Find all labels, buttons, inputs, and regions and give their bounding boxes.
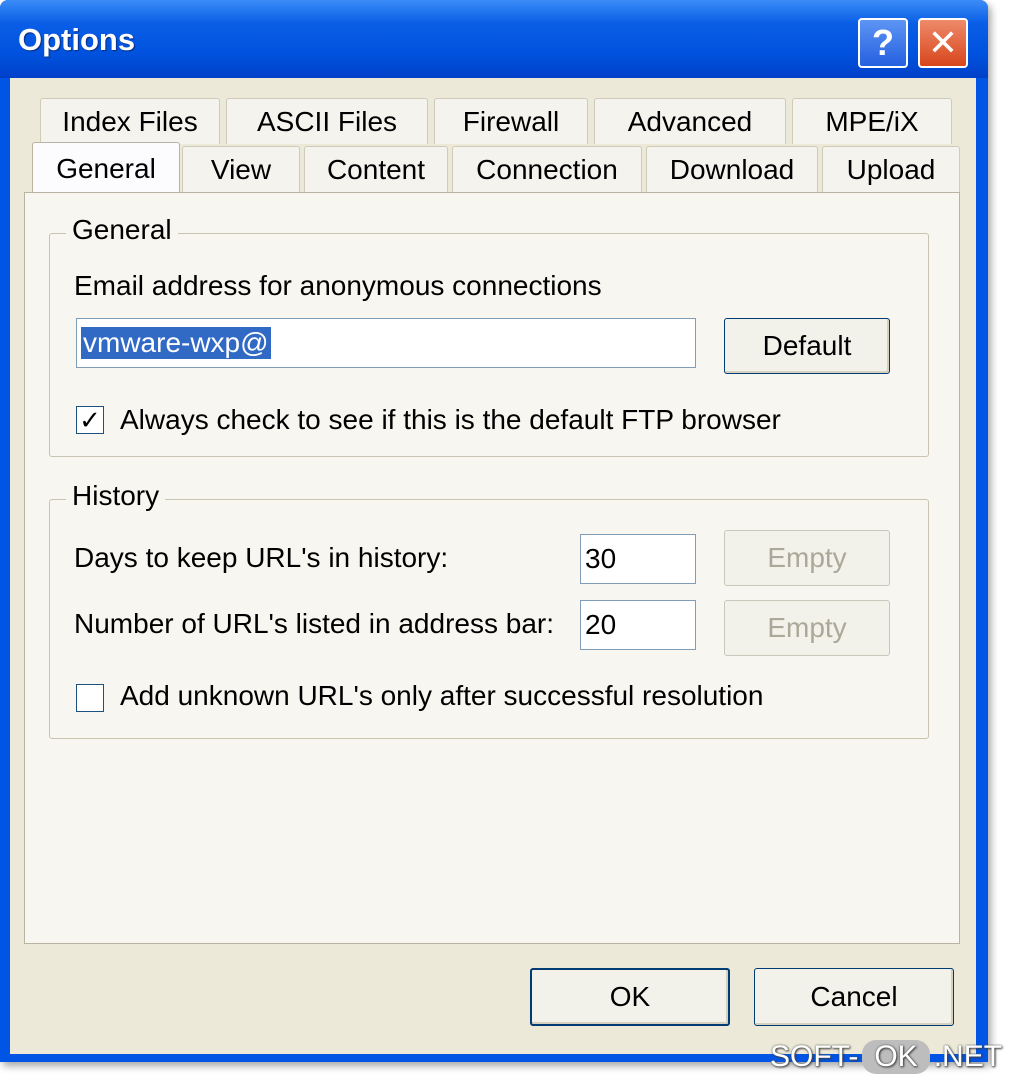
empty-address-bar-button-label: Empty bbox=[767, 612, 847, 643]
help-button[interactable]: ? bbox=[858, 18, 908, 68]
tab-general[interactable]: General bbox=[32, 142, 180, 194]
default-browser-label: Always check to see if this is the defau… bbox=[120, 404, 781, 435]
address-bar-count-label: Number of URL's listed in address bar: bbox=[74, 608, 554, 639]
checkmark-icon: ✓ bbox=[79, 405, 101, 435]
empty-address-bar-button[interactable]: Empty bbox=[724, 600, 890, 656]
tab-label: General bbox=[56, 152, 156, 184]
tab-label: Upload bbox=[846, 153, 936, 185]
tab-label: Connection bbox=[476, 153, 618, 185]
tab-label: View bbox=[210, 153, 272, 185]
options-dialog: Options ? ✕ Index Files ASCII Files Fire… bbox=[0, 0, 988, 1062]
days-history-value: 30 bbox=[585, 543, 617, 574]
tab-index-files[interactable]: Index Files bbox=[40, 98, 220, 144]
history-groupbox: History Days to keep URL's in history: 3… bbox=[49, 480, 929, 739]
window-title: Options bbox=[18, 22, 136, 57]
tab-content[interactable]: Content bbox=[304, 146, 448, 192]
tab-view[interactable]: View bbox=[182, 146, 300, 192]
watermark-left: SOFT- bbox=[770, 1040, 859, 1073]
empty-history-button[interactable]: Empty bbox=[724, 530, 890, 586]
days-history-input[interactable]: 30 bbox=[580, 534, 696, 584]
default-button[interactable]: Default bbox=[724, 318, 890, 374]
watermark-middle: OK bbox=[862, 1040, 930, 1074]
dialog-client-area: Index Files ASCII Files Firewall Advance… bbox=[10, 78, 976, 1054]
watermark-right: .NET bbox=[933, 1040, 1003, 1073]
general-groupbox: General Email address for anonymous conn… bbox=[49, 214, 929, 457]
tab-advanced[interactable]: Advanced bbox=[594, 98, 786, 144]
tab-ascii-files[interactable]: ASCII Files bbox=[226, 98, 428, 144]
general-group-label: General bbox=[66, 214, 178, 246]
days-history-label: Days to keep URL's in history: bbox=[74, 542, 449, 573]
cancel-button-label: Cancel bbox=[810, 981, 898, 1012]
tab-connection[interactable]: Connection bbox=[452, 146, 642, 192]
tab-label: ASCII Files bbox=[256, 105, 398, 137]
watermark: SOFT- OK .NET bbox=[770, 1040, 1002, 1074]
question-mark-icon: ? bbox=[872, 22, 894, 63]
email-input-value: vmware-wxp@ bbox=[81, 327, 271, 359]
tab-label: Content bbox=[326, 153, 426, 185]
tab-label: Firewall bbox=[462, 105, 560, 137]
unknown-url-label: Add unknown URL's only after successful … bbox=[120, 680, 764, 711]
close-icon: ✕ bbox=[927, 22, 959, 63]
default-browser-checkbox[interactable]: ✓ bbox=[76, 406, 104, 434]
empty-history-button-label: Empty bbox=[767, 542, 847, 573]
tab-label: Download bbox=[669, 153, 795, 185]
tab-panel-general: General Email address for anonymous conn… bbox=[24, 192, 960, 944]
title-bar[interactable]: Options ? ✕ bbox=[0, 0, 988, 78]
cancel-button[interactable]: Cancel bbox=[754, 968, 954, 1026]
address-bar-count-input[interactable]: 20 bbox=[580, 600, 696, 650]
close-button[interactable]: ✕ bbox=[918, 18, 968, 68]
tab-upload[interactable]: Upload bbox=[822, 146, 960, 192]
ok-button[interactable]: OK bbox=[530, 968, 730, 1026]
email-label: Email address for anonymous connections bbox=[74, 270, 602, 301]
tab-label: Advanced bbox=[627, 105, 753, 137]
unknown-url-checkbox[interactable] bbox=[76, 684, 104, 712]
address-bar-count-value: 20 bbox=[585, 609, 617, 640]
tab-label: Index Files bbox=[62, 105, 198, 137]
tab-firewall[interactable]: Firewall bbox=[434, 98, 588, 144]
history-group-label: History bbox=[66, 480, 166, 512]
email-input[interactable]: vmware-wxp@ bbox=[76, 318, 696, 368]
default-button-label: Default bbox=[762, 330, 852, 361]
tab-mpe-ix[interactable]: MPE/iX bbox=[792, 98, 952, 144]
ok-button-label: OK bbox=[609, 981, 651, 1012]
tab-label: MPE/iX bbox=[825, 105, 919, 137]
tab-download[interactable]: Download bbox=[646, 146, 818, 192]
